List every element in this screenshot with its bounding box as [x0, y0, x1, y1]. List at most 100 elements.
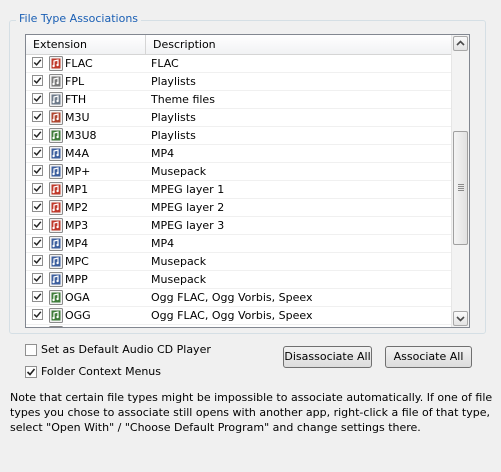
checkmark-icon: [33, 239, 42, 246]
row-description: Musepack: [151, 273, 207, 286]
table-row[interactable]: MPC Musepack: [26, 253, 451, 271]
row-checkbox[interactable]: [32, 327, 43, 328]
table-row[interactable]: MP+ Musepack: [26, 163, 451, 181]
checkmark-icon: [33, 185, 42, 192]
chevron-down-icon: [456, 316, 465, 322]
row-description: MPEG layer 2: [151, 201, 225, 214]
table-row[interactable]: OGA Ogg FLAC, Ogg Vorbis, Speex: [26, 289, 451, 307]
row-checkbox[interactable]: [32, 111, 43, 122]
table-row[interactable]: M3U8 Playlists: [26, 127, 451, 145]
playlist-icon: [49, 110, 63, 125]
checkmark-icon: [33, 95, 42, 102]
row-checkbox[interactable]: [32, 183, 43, 194]
audio-icon: [49, 308, 63, 323]
grip-line: [458, 190, 464, 191]
row-description: Playlists: [151, 75, 196, 88]
audio-icon: [49, 290, 63, 305]
associate-all-button[interactable]: Associate All: [385, 346, 472, 368]
file-associations-panel: File Type Associations Extension Descrip…: [0, 0, 501, 472]
disassociate-all-button[interactable]: Disassociate All: [283, 346, 372, 368]
table-row[interactable]: MP1 MPEG layer 1: [26, 181, 451, 199]
row-extension: MPP: [65, 273, 88, 286]
row-checkbox[interactable]: [32, 273, 43, 284]
table-row[interactable]: M3U Playlists: [26, 109, 451, 127]
folder-context-menus-label: Folder Context Menus: [41, 365, 162, 378]
row-checkbox[interactable]: [32, 309, 43, 320]
row-extension: OGG: [65, 309, 91, 322]
row-description: Playlists: [151, 325, 196, 327]
row-description: MP4: [151, 237, 175, 250]
checkmark-icon: [33, 167, 42, 174]
audio-icon: [49, 200, 63, 215]
table-row[interactable]: FLAC FLAC: [26, 55, 451, 73]
file-type-list[interactable]: Extension Description FLAC FLAC FPL Playlis…: [25, 34, 470, 328]
row-checkbox[interactable]: [32, 57, 43, 68]
row-description: FLAC: [151, 57, 179, 70]
vertical-scrollbar[interactable]: [451, 35, 469, 327]
playlist-icon: [49, 74, 63, 89]
checkmark-icon: [33, 221, 42, 228]
row-checkbox[interactable]: [32, 93, 43, 104]
table-row[interactable]: M4A MP4: [26, 145, 451, 163]
checkmark-icon: [33, 77, 42, 84]
table-row[interactable]: MP2 MPEG layer 2: [26, 199, 451, 217]
folder-context-menus-checkbox[interactable]: [25, 366, 37, 378]
chevron-up-icon: [456, 40, 465, 46]
table-row[interactable]: FTH Theme files: [26, 91, 451, 109]
association-note: Note that certain file types might be im…: [10, 391, 493, 434]
table-row[interactable]: MP3 MPEG layer 3: [26, 217, 451, 235]
row-checkbox[interactable]: [32, 147, 43, 158]
row-extension: MP+: [65, 165, 91, 178]
audio-icon: [49, 272, 63, 287]
row-extension: M3U: [65, 111, 90, 124]
table-row[interactable]: OGG Ogg FLAC, Ogg Vorbis, Speex: [26, 307, 451, 325]
audio-icon: [49, 182, 63, 197]
row-extension: MP3: [65, 219, 89, 232]
row-checkbox[interactable]: [32, 237, 43, 248]
row-extension: PLS: [65, 325, 85, 327]
group-title: File Type Associations: [16, 12, 142, 26]
row-description: MPEG layer 3: [151, 219, 225, 232]
table-row[interactable]: FPL Playlists: [26, 73, 451, 91]
row-description: Theme files: [151, 93, 215, 106]
row-extension: FPL: [65, 75, 85, 88]
scroll-up-button[interactable]: [453, 36, 468, 51]
row-extension: FLAC: [65, 57, 93, 70]
table-row[interactable]: PLS Playlists: [26, 325, 451, 328]
column-header-extension[interactable]: Extension: [26, 35, 146, 54]
audio-icon: [49, 254, 63, 269]
grip-line: [458, 184, 464, 185]
audio-icon: [49, 146, 63, 161]
default-cd-player-label: Set as Default Audio CD Player: [41, 343, 211, 356]
row-checkbox[interactable]: [32, 291, 43, 302]
row-description: Playlists: [151, 111, 196, 124]
flac-icon: [49, 56, 63, 71]
column-header-description[interactable]: Description: [146, 35, 451, 54]
row-checkbox[interactable]: [32, 129, 43, 140]
audio-icon: [49, 236, 63, 251]
row-extension: MP2: [65, 201, 89, 214]
playlist-icon: [49, 326, 63, 327]
row-extension: FTH: [65, 93, 87, 106]
row-description: Ogg FLAC, Ogg Vorbis, Speex: [151, 309, 313, 322]
playlist-icon: [49, 128, 63, 143]
row-description: MPEG layer 1: [151, 183, 225, 196]
row-description: Playlists: [151, 129, 196, 142]
scroll-down-button[interactable]: [453, 311, 468, 326]
row-checkbox[interactable]: [32, 255, 43, 266]
row-description: Musepack: [151, 165, 207, 178]
table-row[interactable]: MP4 MP4: [26, 235, 451, 253]
list-header: Extension Description: [26, 35, 451, 55]
table-row[interactable]: MPP Musepack: [26, 271, 451, 289]
default-cd-player-checkbox[interactable]: [25, 344, 37, 356]
checkmark-icon: [33, 131, 42, 138]
row-extension: MP1: [65, 183, 89, 196]
row-checkbox[interactable]: [32, 219, 43, 230]
row-description: Ogg FLAC, Ogg Vorbis, Speex: [151, 291, 313, 304]
checkmark-icon: [33, 149, 42, 156]
checkmark-icon: [33, 275, 42, 282]
row-checkbox[interactable]: [32, 165, 43, 176]
scroll-thumb[interactable]: [453, 131, 468, 245]
row-checkbox[interactable]: [32, 75, 43, 86]
row-checkbox[interactable]: [32, 201, 43, 212]
